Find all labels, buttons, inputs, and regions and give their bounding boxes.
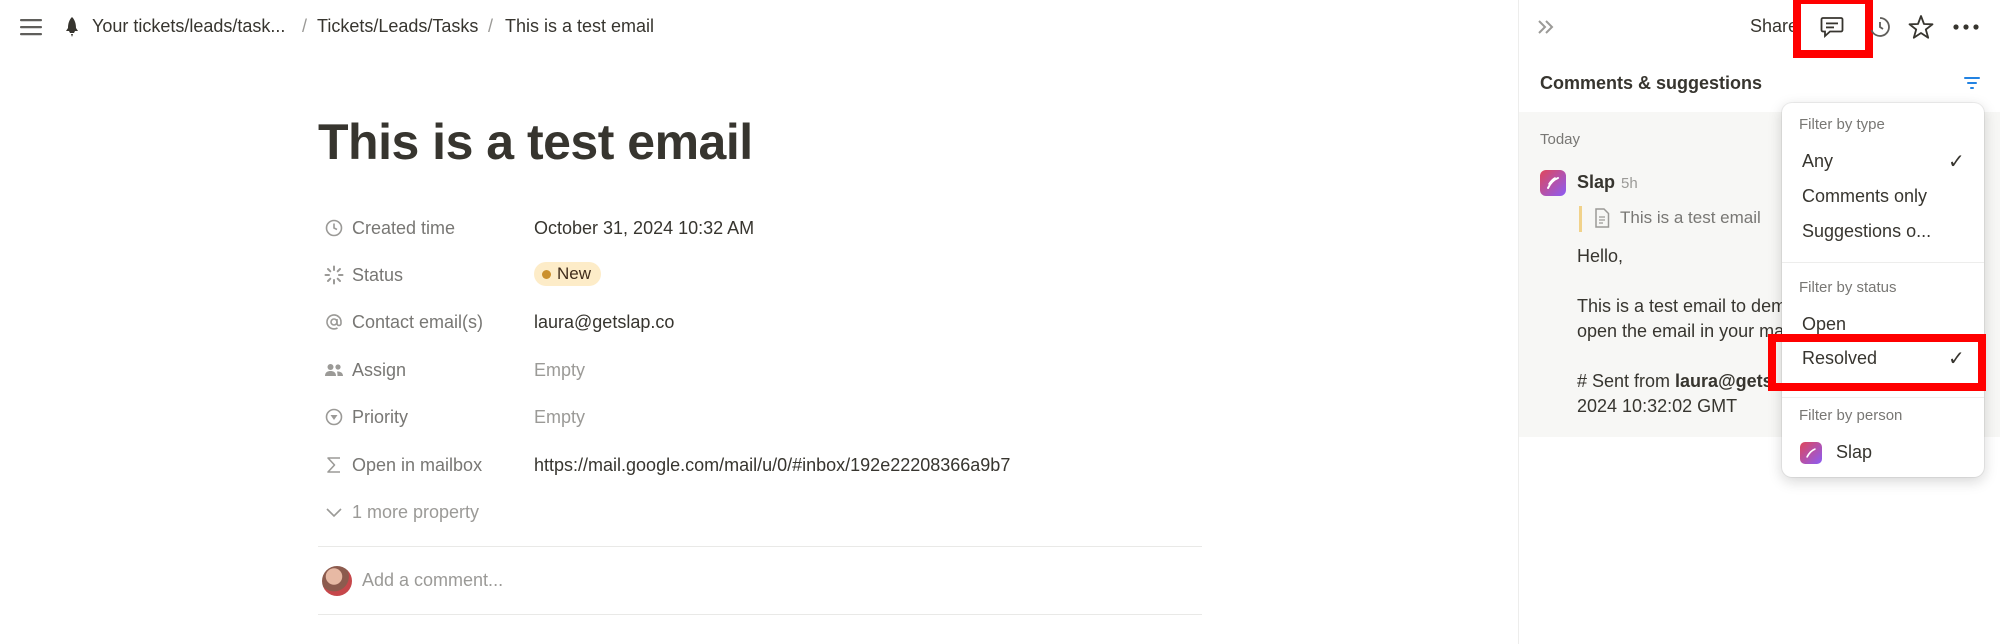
breadcrumb-workspace[interactable]: Your tickets/leads/task...	[92, 16, 285, 37]
slap-avatar-small	[1800, 442, 1822, 464]
comments-group-label: Today	[1540, 131, 1581, 148]
divider	[318, 546, 1202, 547]
more-options-icon[interactable]	[1950, 14, 1982, 40]
comment-body: Hello, This is a test email to dem open …	[1577, 244, 1786, 419]
filter-option-any[interactable]: Any ✓	[1790, 146, 1976, 176]
filter-option-label: Comments only	[1802, 186, 1928, 206]
favorite-star-icon[interactable]	[1906, 12, 1936, 42]
comment-line: # Sent from laura@gets	[1577, 369, 1786, 394]
page-title[interactable]: This is a test email	[318, 113, 753, 171]
comment-time: 5h	[1621, 175, 1638, 192]
mailbox-link[interactable]: https://mail.google.com/mail/u/0/#inbox/…	[534, 455, 1010, 476]
comment-line: This is a test email to dem	[1577, 296, 1787, 316]
filter-option-suggestions-only[interactable]: Suggestions o...	[1790, 216, 1976, 246]
breadcrumb-separator: /	[488, 16, 494, 36]
filter-by-type-heading: Filter by type	[1799, 116, 1885, 133]
collapse-panel-icon[interactable]	[1532, 14, 1560, 40]
share-button[interactable]: Share	[1750, 16, 1798, 37]
status-value: New	[557, 264, 592, 283]
status-icon	[324, 265, 344, 285]
property-label: Contact email(s)	[352, 312, 484, 332]
breadcrumb-page[interactable]: This is a test email	[505, 16, 654, 37]
comment-line: open the email in your ma	[1577, 321, 1785, 341]
filter-option-label: Open	[1802, 314, 1847, 334]
breadcrumb-database[interactable]: Tickets/Leads/Tasks	[317, 16, 478, 37]
property-row[interactable]: Status New	[318, 261, 1198, 289]
sigma-icon	[324, 455, 344, 475]
comments-button-highlight	[1793, 0, 1873, 58]
comment-input[interactable]: Add a comment...	[362, 570, 503, 591]
clock-icon	[324, 218, 344, 238]
check-icon: ✓	[1948, 151, 1965, 173]
rocket-icon	[60, 14, 84, 40]
filter-option-person-slap[interactable]: Slap	[1790, 437, 1976, 467]
priority-icon	[324, 407, 344, 427]
property-row[interactable]: Created time October 31, 2024 10:32 AM	[318, 214, 1198, 242]
slap-avatar	[1540, 170, 1566, 196]
page-icon	[1593, 207, 1611, 229]
property-row[interactable]: Assign Empty	[318, 356, 1198, 384]
created-time-value: October 31, 2024 10:32 AM	[534, 218, 755, 238]
property-label: Priority	[352, 407, 409, 427]
filter-icon[interactable]	[1960, 72, 1984, 94]
property-label: Assign	[352, 360, 407, 380]
resolved-option-highlight	[1768, 334, 1986, 391]
comment-line: 2024 10:32:02 GMT	[1577, 396, 1738, 416]
filter-option-label: Any	[1802, 151, 1834, 171]
property-label: Status	[352, 265, 404, 285]
filter-by-person-heading: Filter by person	[1799, 407, 1903, 424]
avatar	[322, 566, 352, 596]
comments-panel-title: Comments & suggestions	[1540, 73, 1763, 93]
filter-option-comments-only[interactable]: Comments only	[1790, 181, 1976, 211]
status-dot	[542, 269, 551, 279]
filter-option-label: Suggestions o...	[1802, 221, 1932, 241]
filter-by-status-heading: Filter by status	[1799, 279, 1897, 296]
menu-divider	[1782, 397, 1984, 398]
comment-quote[interactable]: This is a test email	[1620, 208, 1761, 228]
property-row[interactable]: Open in mailbox https://mail.google.com/…	[318, 451, 1198, 479]
chevron-down-icon	[324, 504, 344, 520]
comment-line-bold: laura@gets	[1675, 371, 1773, 391]
comment-line: Hello,	[1577, 246, 1624, 266]
property-label: Open in mailbox	[352, 455, 483, 475]
menu-icon[interactable]	[18, 14, 44, 40]
property-label: Created time	[352, 218, 456, 238]
more-properties-label: 1 more property	[352, 502, 480, 522]
menu-divider	[1782, 262, 1984, 263]
property-row[interactable]: Priority Empty	[318, 403, 1198, 431]
breadcrumb-separator: /	[302, 16, 308, 36]
property-row[interactable]: Contact email(s) laura@getslap.co	[318, 308, 1198, 336]
quote-bar	[1579, 206, 1582, 232]
people-icon	[324, 360, 344, 380]
at-icon	[324, 312, 344, 332]
contact-email-value[interactable]: laura@getslap.co	[534, 312, 674, 333]
updates-clock-icon[interactable]	[1866, 13, 1894, 41]
filter-option-label: Slap	[1836, 442, 1873, 462]
comment-line-prefix: # Sent from	[1577, 371, 1676, 391]
priority-value[interactable]: Empty	[534, 407, 585, 428]
more-properties-toggle[interactable]: 1 more property	[318, 498, 558, 526]
comment-author: Slap	[1577, 172, 1616, 192]
divider	[318, 614, 1202, 615]
status-badge[interactable]: New	[534, 262, 602, 286]
assign-value[interactable]: Empty	[534, 360, 585, 381]
